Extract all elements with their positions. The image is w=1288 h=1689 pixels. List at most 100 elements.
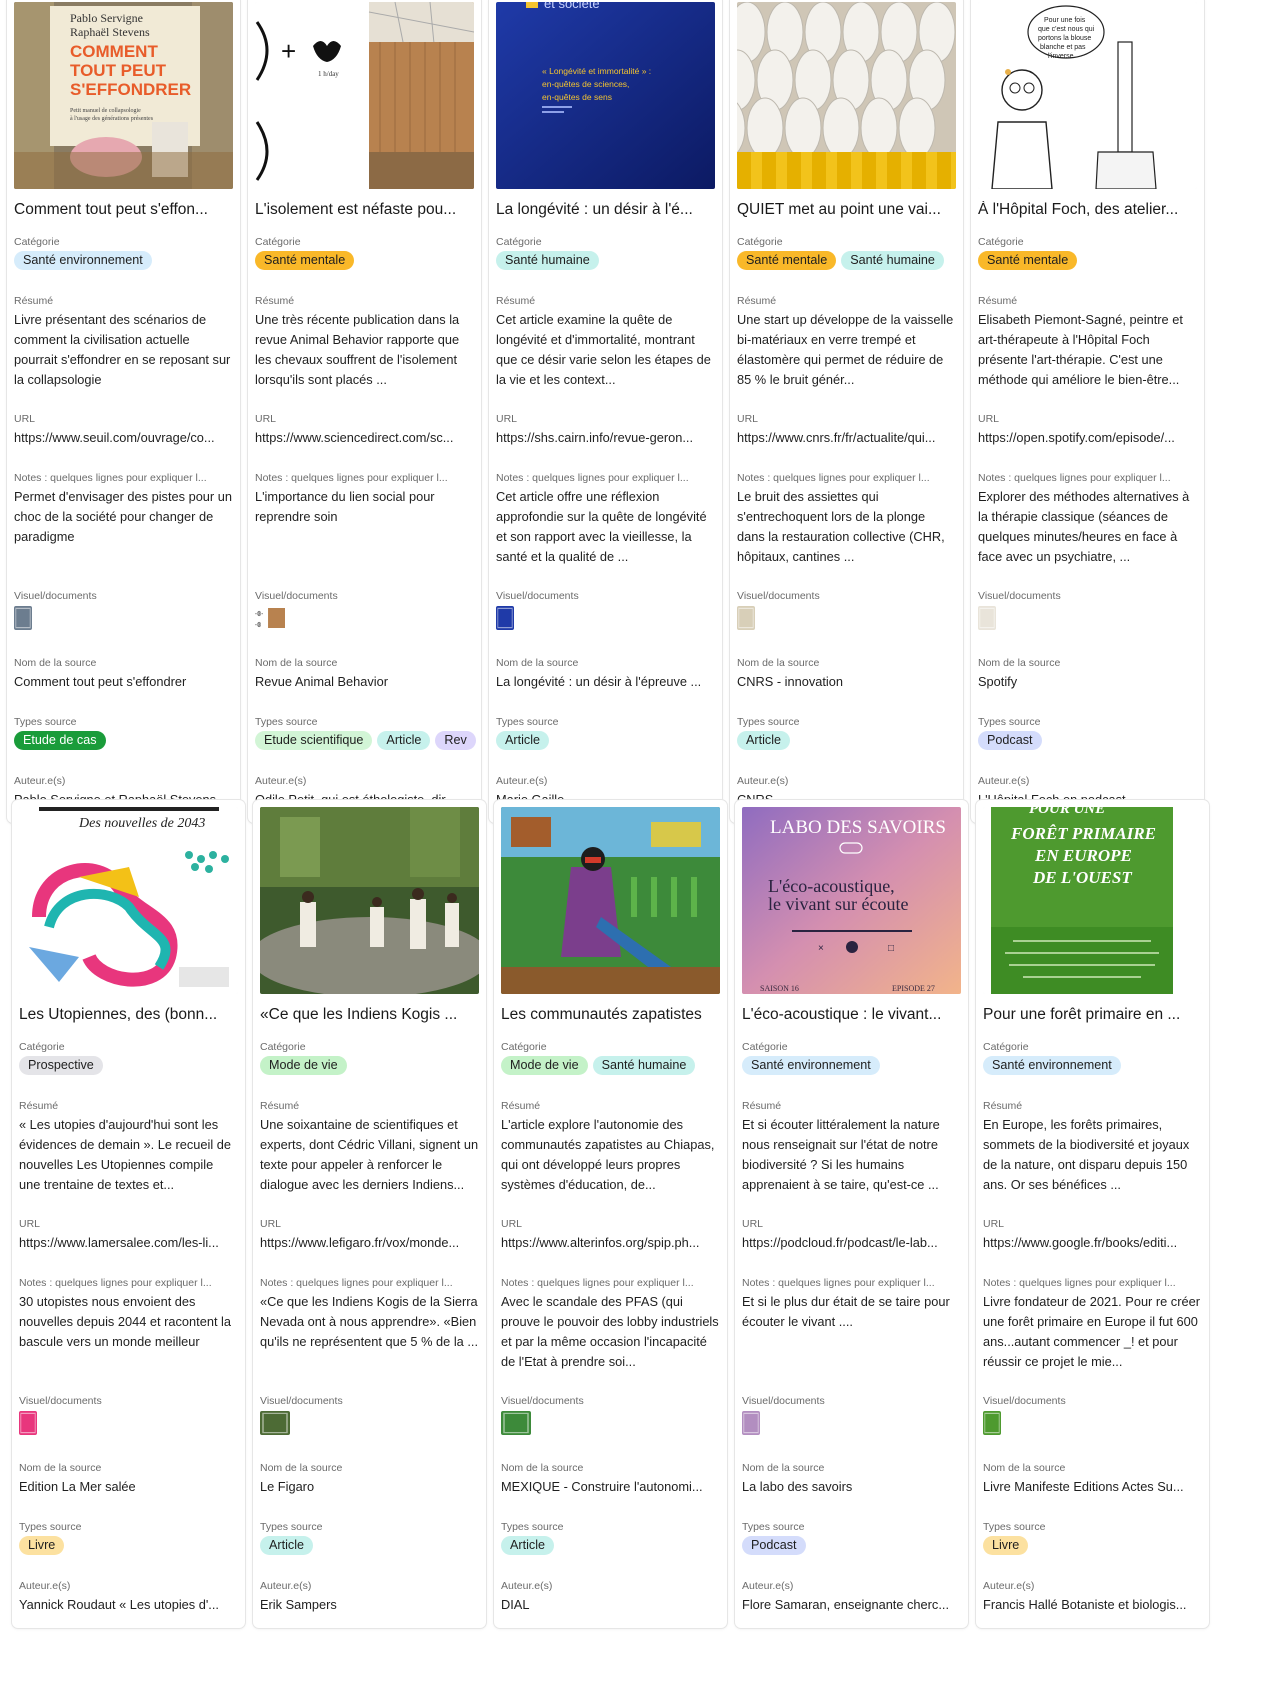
attachment-thumbnail[interactable] bbox=[742, 1411, 760, 1435]
url-label: URL bbox=[983, 1218, 1005, 1230]
source-type-tag: Livre bbox=[19, 1536, 65, 1555]
visual-label: Visuel/documents bbox=[14, 590, 97, 602]
notes-text: «Ce que les Indiens Kogis de la Sierra N… bbox=[260, 1294, 478, 1349]
attachment-thumbnail[interactable] bbox=[260, 1411, 290, 1435]
card-title[interactable]: «Ce que les Indiens Kogis ... bbox=[260, 1006, 479, 1024]
source-type-tag: Rev bbox=[435, 731, 476, 750]
source-type-tag: Article bbox=[496, 731, 549, 750]
cover-image[interactable]: et société « Longévité et immortalité » … bbox=[496, 2, 715, 189]
svg-text:que c'est nous qui: que c'est nous qui bbox=[1038, 26, 1095, 33]
url-label: URL bbox=[255, 413, 277, 425]
cover-image[interactable]: + 1 h/day bbox=[255, 2, 474, 189]
gallery-card[interactable]: et société « Longévité et immortalité » … bbox=[489, 0, 722, 823]
attachment-thumbnail[interactable] bbox=[14, 606, 32, 630]
notes-label: Notes : quelques lignes pour expliquer l… bbox=[260, 1277, 453, 1289]
cover-image[interactable] bbox=[501, 807, 720, 994]
attachment-thumbnail[interactable] bbox=[501, 1411, 531, 1435]
category-label: Catégorie bbox=[501, 1041, 547, 1053]
url-link[interactable]: https://open.spotify.com/episode/... bbox=[978, 428, 1197, 448]
source-type-tags: Etude scientifique Article Rev bbox=[255, 731, 481, 751]
source-name-text: La longévité : un désir à l'épreuve ... bbox=[496, 674, 702, 689]
authors-label: Auteur.e(s) bbox=[742, 1580, 794, 1592]
source-name-label: Nom de la source bbox=[260, 1462, 343, 1474]
attachment-thumbnail[interactable] bbox=[19, 1411, 37, 1435]
gallery-card[interactable]: Les communautés zapatistes Catégorie Mode … bbox=[494, 800, 727, 1628]
card-title[interactable]: La longévité : un désir à l'é... bbox=[496, 201, 715, 219]
source-name-label: Nom de la source bbox=[742, 1462, 825, 1474]
notes-text: Et si le plus dur était de se taire pour… bbox=[742, 1294, 950, 1329]
notes-label: Notes : quelques lignes pour expliquer l… bbox=[501, 1277, 694, 1289]
url-link[interactable]: https://www.sciencedirect.com/sc... bbox=[255, 428, 474, 448]
gallery-card[interactable]: POUR UNE FORÊT PRIMAIRE EN EUROPE DE L'O… bbox=[976, 800, 1209, 1628]
attachment-thumbnail[interactable]: -⊗- -⊗ bbox=[255, 606, 285, 630]
card-title[interactable]: À l'Hôpital Foch, des atelier... bbox=[978, 201, 1197, 219]
svg-text:en-quêtes de sciences,: en-quêtes de sciences, bbox=[542, 79, 629, 89]
svg-text:Raphaël Stevens: Raphaël Stevens bbox=[70, 25, 150, 39]
url-link[interactable]: https://www.lamersalee.com/les-li... bbox=[19, 1233, 238, 1253]
category-tag: Santé mentale bbox=[978, 251, 1078, 270]
notes-label: Notes : quelques lignes pour expliquer l… bbox=[742, 1277, 935, 1289]
svg-text:Des nouvelles de 2043: Des nouvelles de 2043 bbox=[78, 816, 205, 831]
card-title[interactable]: L'éco-acoustique : le vivant... bbox=[742, 1006, 961, 1024]
source-name-label: Nom de la source bbox=[19, 1462, 102, 1474]
notes-label: Notes : quelques lignes pour expliquer l… bbox=[737, 472, 930, 484]
source-name-text: Edition La Mer salée bbox=[19, 1479, 136, 1494]
resume-label: Résumé bbox=[260, 1100, 300, 1112]
gallery-card[interactable]: Pour une fois que c'est nous qui portons… bbox=[971, 0, 1204, 823]
gallery-card[interactable]: QUIET met au point une vai... Catégorie Sa… bbox=[730, 0, 963, 823]
category-label: Catégorie bbox=[737, 236, 783, 248]
attachment-thumbnail[interactable] bbox=[978, 606, 996, 630]
cover-image[interactable]: LABO DES SAVOIRS L'éco-acoustique, le vi… bbox=[742, 807, 961, 994]
source-type-tag: Article bbox=[501, 1536, 554, 1555]
source-types-label: Types source bbox=[14, 716, 77, 728]
category-tag: Santé environnement bbox=[983, 1056, 1121, 1075]
category-tag: Santé humaine bbox=[592, 1056, 696, 1075]
attachment-thumbnail[interactable] bbox=[983, 1411, 1001, 1435]
cover-image[interactable]: Des nouvelles de 2043 bbox=[19, 807, 238, 994]
category-label: Catégorie bbox=[255, 236, 301, 248]
source-type-tags: Etude de cas bbox=[14, 731, 240, 751]
cover-image[interactable]: POUR UNE FORÊT PRIMAIRE EN EUROPE DE L'O… bbox=[983, 807, 1202, 994]
url-link[interactable]: https://podcloud.fr/podcast/le-lab... bbox=[742, 1233, 961, 1253]
attachment-thumbnail[interactable] bbox=[737, 606, 755, 630]
source-name-label: Nom de la source bbox=[496, 657, 579, 669]
svg-text:-⊗: -⊗ bbox=[255, 620, 261, 629]
url-link[interactable]: https://www.google.fr/books/editi... bbox=[983, 1233, 1202, 1253]
authors-label: Auteur.e(s) bbox=[496, 775, 548, 787]
resume-text: En Europe, les forêts primaires, sommets… bbox=[983, 1117, 1190, 1192]
source-type-tags: Article bbox=[737, 731, 963, 751]
category-tag: Santé environnement bbox=[742, 1056, 880, 1075]
svg-text:TOUT PEUT: TOUT PEUT bbox=[70, 61, 167, 80]
card-title[interactable]: QUIET met au point une vai... bbox=[737, 201, 956, 219]
category-label: Catégorie bbox=[19, 1041, 65, 1053]
authors-label: Auteur.e(s) bbox=[14, 775, 66, 787]
notes-text: 30 utopistes nous envoient des nouvelles… bbox=[19, 1294, 232, 1349]
card-title[interactable]: Les Utopiennes, des (bonn... bbox=[19, 1006, 238, 1024]
source-types-label: Types source bbox=[255, 716, 318, 728]
gallery-card[interactable]: LABO DES SAVOIRS L'éco-acoustique, le vi… bbox=[735, 800, 968, 1628]
gallery-card[interactable]: «Ce que les Indiens Kogis ... Catégorie Mo… bbox=[253, 800, 486, 1628]
gallery-card[interactable]: Des nouvelles de 2043 Les Utopiennes, de… bbox=[12, 800, 245, 1628]
card-title[interactable]: L'isolement est néfaste pou... bbox=[255, 201, 474, 219]
url-link[interactable]: https://www.seuil.com/ouvrage/co... bbox=[14, 428, 233, 448]
cover-image[interactable]: Pour une fois que c'est nous qui portons… bbox=[978, 2, 1197, 189]
attachment-thumbnail[interactable] bbox=[496, 606, 514, 630]
card-title[interactable]: Pour une forêt primaire en ... bbox=[983, 1006, 1202, 1024]
source-name-text: Livre Manifeste Editions Actes Su... bbox=[983, 1479, 1184, 1494]
url-link[interactable]: https://www.lefigaro.fr/vox/monde... bbox=[260, 1233, 479, 1253]
source-type-tag: Article bbox=[377, 731, 431, 750]
category-tag: Mode de vie bbox=[260, 1056, 347, 1075]
gallery-card[interactable]: + 1 h/day L'isolement est néfaste pou...… bbox=[248, 0, 481, 823]
url-link[interactable]: https://shs.cairn.info/revue-geron... bbox=[496, 428, 715, 448]
visual-label: Visuel/documents bbox=[501, 1395, 584, 1407]
cover-image[interactable] bbox=[737, 2, 956, 189]
authors-label: Auteur.e(s) bbox=[737, 775, 789, 787]
url-link[interactable]: https://www.alterinfos.org/spip.ph... bbox=[501, 1233, 720, 1253]
cover-image[interactable] bbox=[260, 807, 479, 994]
svg-text:EPISODE 27: EPISODE 27 bbox=[892, 984, 935, 993]
card-title[interactable]: Les communautés zapatistes bbox=[501, 1006, 720, 1024]
gallery-card[interactable]: Pablo Servigne Raphaël Stevens COMMENT T… bbox=[7, 0, 240, 823]
url-link[interactable]: https://www.cnrs.fr/fr/actualite/qui... bbox=[737, 428, 956, 448]
card-title[interactable]: Comment tout peut s'effon... bbox=[14, 201, 233, 219]
cover-image[interactable]: Pablo Servigne Raphaël Stevens COMMENT T… bbox=[14, 2, 233, 189]
